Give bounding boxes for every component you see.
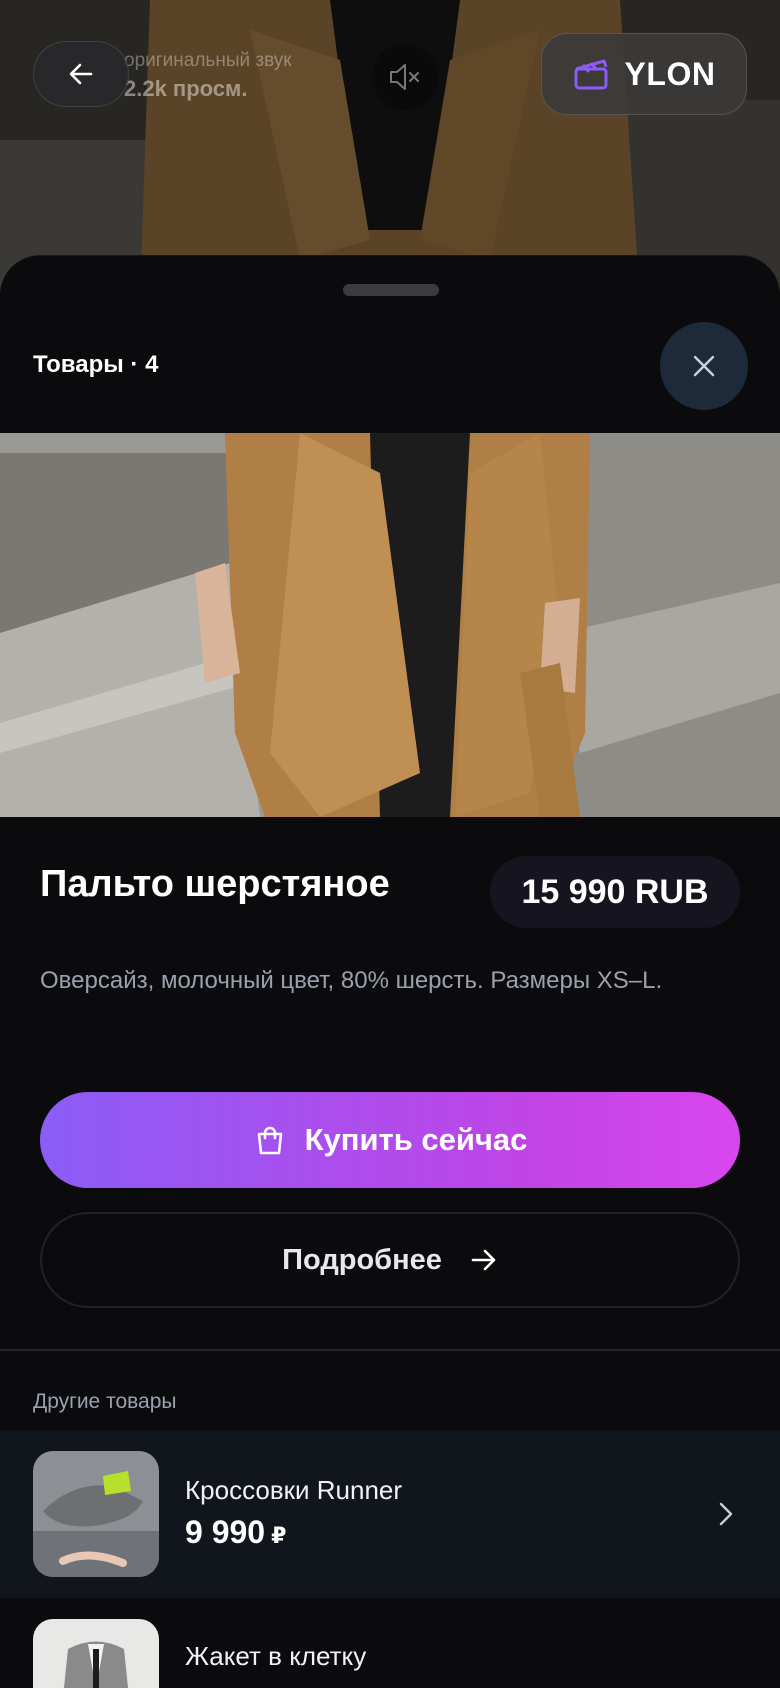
product-thumbnail xyxy=(33,1451,159,1577)
product-list-item[interactable]: Жакет в клетку xyxy=(0,1598,780,1688)
jacket-thumbnail xyxy=(33,1619,159,1688)
product-list-item[interactable]: Кроссовки Runner 9 990 ₽ xyxy=(0,1430,780,1598)
sheet-grabber[interactable] xyxy=(343,284,439,296)
close-button[interactable] xyxy=(660,322,748,410)
brand-button[interactable]: YLON xyxy=(541,33,747,115)
product-title: Пальто шерстяное xyxy=(40,863,390,905)
chevron-right-icon xyxy=(719,1502,733,1526)
product-price: 15 990 RUB xyxy=(490,856,740,928)
coat-photo xyxy=(0,433,780,817)
product-image xyxy=(0,433,780,817)
views-label: 2.2k просм. xyxy=(124,76,248,101)
buy-now-label: Купить сейчас xyxy=(304,1122,528,1157)
sneakers-thumbnail xyxy=(33,1451,159,1577)
buy-now-button[interactable]: Купить сейчас xyxy=(40,1092,740,1188)
shopping-bag-icon xyxy=(257,1126,282,1155)
product-price: 9 990 ₽ xyxy=(185,1514,286,1551)
currency-symbol: ₽ xyxy=(271,1523,287,1548)
brand-name: YLON xyxy=(624,55,716,92)
mute-button[interactable] xyxy=(372,44,438,110)
arrow-left-icon xyxy=(69,63,93,85)
product-name: Кроссовки Runner xyxy=(185,1475,403,1505)
sound-label: оригинальный звук xyxy=(124,50,292,71)
product-thumbnail xyxy=(33,1619,159,1688)
back-button[interactable] xyxy=(33,41,129,107)
section-divider xyxy=(0,1349,780,1351)
clapperboard-icon xyxy=(574,59,608,90)
close-icon xyxy=(693,355,715,377)
other-products-label: Другие товары xyxy=(33,1390,177,1413)
product-description: Оверсайз, молочный цвет, 80% шерсть. Раз… xyxy=(40,967,663,994)
sound-info: оригинальный звук 2.2k просм. xyxy=(124,50,292,102)
details-label: Подробнее xyxy=(282,1243,442,1276)
speaker-muted-icon xyxy=(390,64,419,90)
product-name: Жакет в клетку xyxy=(185,1641,367,1671)
arrow-right-icon xyxy=(471,1249,496,1271)
details-button[interactable]: Подробнее xyxy=(40,1212,740,1308)
price-value: 9 990 xyxy=(185,1514,266,1550)
sheet-title: Товары · 4 xyxy=(33,351,159,378)
products-sheet: Товары · 4 Пальто шерстяное 15 990 RUB О… xyxy=(0,255,780,1688)
